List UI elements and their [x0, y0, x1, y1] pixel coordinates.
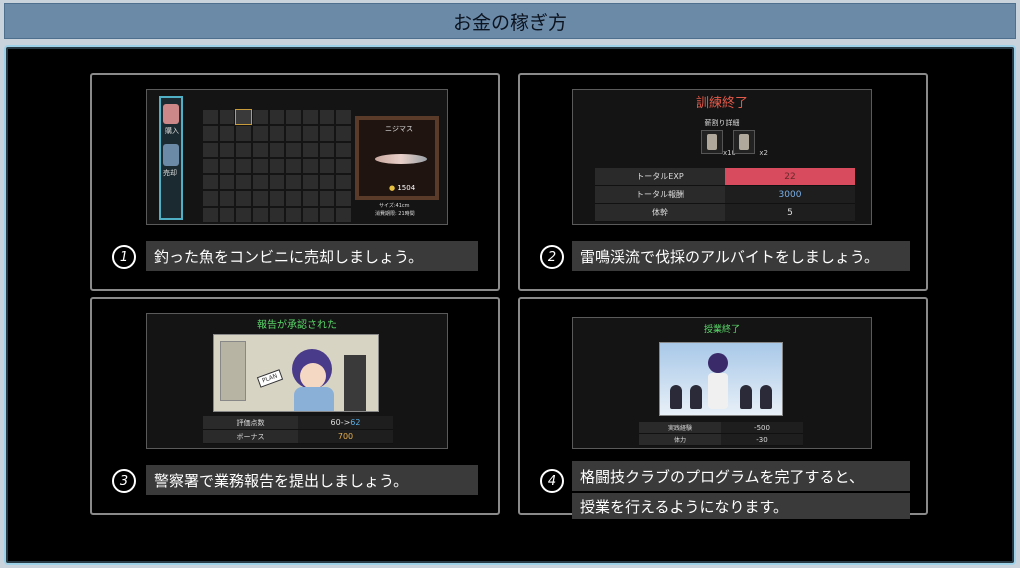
fish-expiry: 消費期限: 21時間 [375, 211, 415, 217]
caption-step-1: 釣った魚をコンビニに売却しましょう。 [146, 241, 478, 271]
inventory-slot-selected [235, 108, 252, 126]
buy-tab-icon [163, 104, 179, 124]
plan-document: PLAN [256, 369, 283, 388]
student-figure [670, 385, 682, 409]
student-figure [760, 385, 772, 409]
table-row: 体力 -30 [639, 434, 803, 446]
martial-arts-illustration [659, 342, 783, 416]
wood-log-icon: x10 [701, 130, 736, 157]
student-figure [740, 385, 752, 409]
card-martial-arts: 授業終了 実践経験 -500 体力 -30 4 格闘技クラブのプログラムを完了す… [518, 297, 928, 519]
evaluation-table: 評価点数 60-> 62 ボーナス 700 [203, 416, 393, 444]
inventory-slot [203, 110, 218, 125]
instructor-body [708, 373, 728, 409]
office-chair-image [344, 355, 366, 411]
card-fish-selling: 購入 売却 ニジマス ● 1504 サイズ:41cm 消費期限: 21時間 1 [90, 73, 500, 291]
wood-chip-icon: x2 [733, 130, 768, 157]
coin-icon: ● [389, 184, 396, 192]
report-illustration: PLAN [213, 334, 379, 412]
locker-image [220, 341, 246, 401]
step-number-4: 4 [540, 469, 564, 493]
character-face [300, 363, 326, 389]
table-row: 評価点数 60-> 62 [203, 416, 393, 430]
step-number-1: 1 [112, 245, 136, 269]
training-complete-title: 訓練終了 [695, 96, 748, 111]
table-row: ボーナス 700 [203, 430, 393, 444]
instructor-head [708, 353, 728, 373]
inventory-slot [219, 110, 235, 125]
caption-step-4-line-1: 格闘技クラブのプログラムを完了すると、 [572, 461, 910, 491]
step-number-3: 3 [112, 469, 136, 493]
shop-side-tabs: 購入 売却 [159, 96, 183, 220]
main-panel: 購入 売却 ニジマス ● 1504 サイズ:41cm 消費期限: 21時間 1 [4, 45, 1016, 565]
step-number-2: 2 [540, 245, 564, 269]
caption-step-3: 警察署で業務報告を提出しましょう。 [146, 465, 478, 495]
inventory-grid [203, 108, 351, 222]
table-row: 体幹 5 [595, 204, 855, 222]
page-title: お金の稼ぎ方 [4, 3, 1016, 39]
fish-name: ニジマス [385, 125, 413, 133]
table-row: トータル報酬 3000 [595, 186, 855, 204]
caption-step-2: 雷鳴渓流で伐採のアルバイトをしましょう。 [572, 241, 910, 271]
sell-tab-label: 売却 [163, 169, 177, 177]
student-figure [690, 385, 702, 409]
fish-detail-panel: ニジマス ● 1504 [355, 116, 439, 200]
class-complete-title: 授業終了 [703, 325, 740, 335]
table-row: 実践経験 -500 [639, 422, 803, 434]
logging-screenshot: 訓練終了 薪割り詳細 x10 x2 トータルEXP 22 トータル報酬 3000… [572, 89, 872, 225]
fish-icon [375, 154, 427, 164]
table-row: トータルEXP 22 [595, 168, 855, 186]
caption-step-4-line-2: 授業を行えるようになります。 [572, 493, 910, 519]
card-logging-job: 訓練終了 薪割り詳細 x10 x2 トータルEXP 22 トータル報酬 3000… [518, 73, 928, 291]
sell-tab-icon [163, 144, 179, 166]
stats-table: 実践経験 -500 体力 -30 [639, 422, 803, 446]
martial-arts-screenshot: 授業終了 実践経験 -500 体力 -30 [572, 317, 872, 449]
police-report-screenshot: 報告が承認された PLAN 評価点数 60-> 62 ボーナス 700 [146, 313, 448, 449]
card-police-report: 報告が承認された PLAN 評価点数 60-> 62 ボーナス 700 3 警察… [90, 297, 500, 515]
fish-price: ● 1504 [389, 184, 416, 192]
fish-size: サイズ:41cm [379, 203, 410, 209]
character-body [294, 387, 334, 411]
report-approved-title: 報告が承認された [257, 320, 337, 331]
logging-detail-label: 薪割り詳細 [704, 119, 740, 127]
reward-table: トータルEXP 22 トータル報酬 3000 体幹 5 [595, 168, 855, 222]
fish-selling-screenshot: 購入 売却 ニジマス ● 1504 サイズ:41cm 消費期限: 21時間 [146, 89, 448, 225]
buy-tab-label: 購入 [165, 127, 179, 135]
